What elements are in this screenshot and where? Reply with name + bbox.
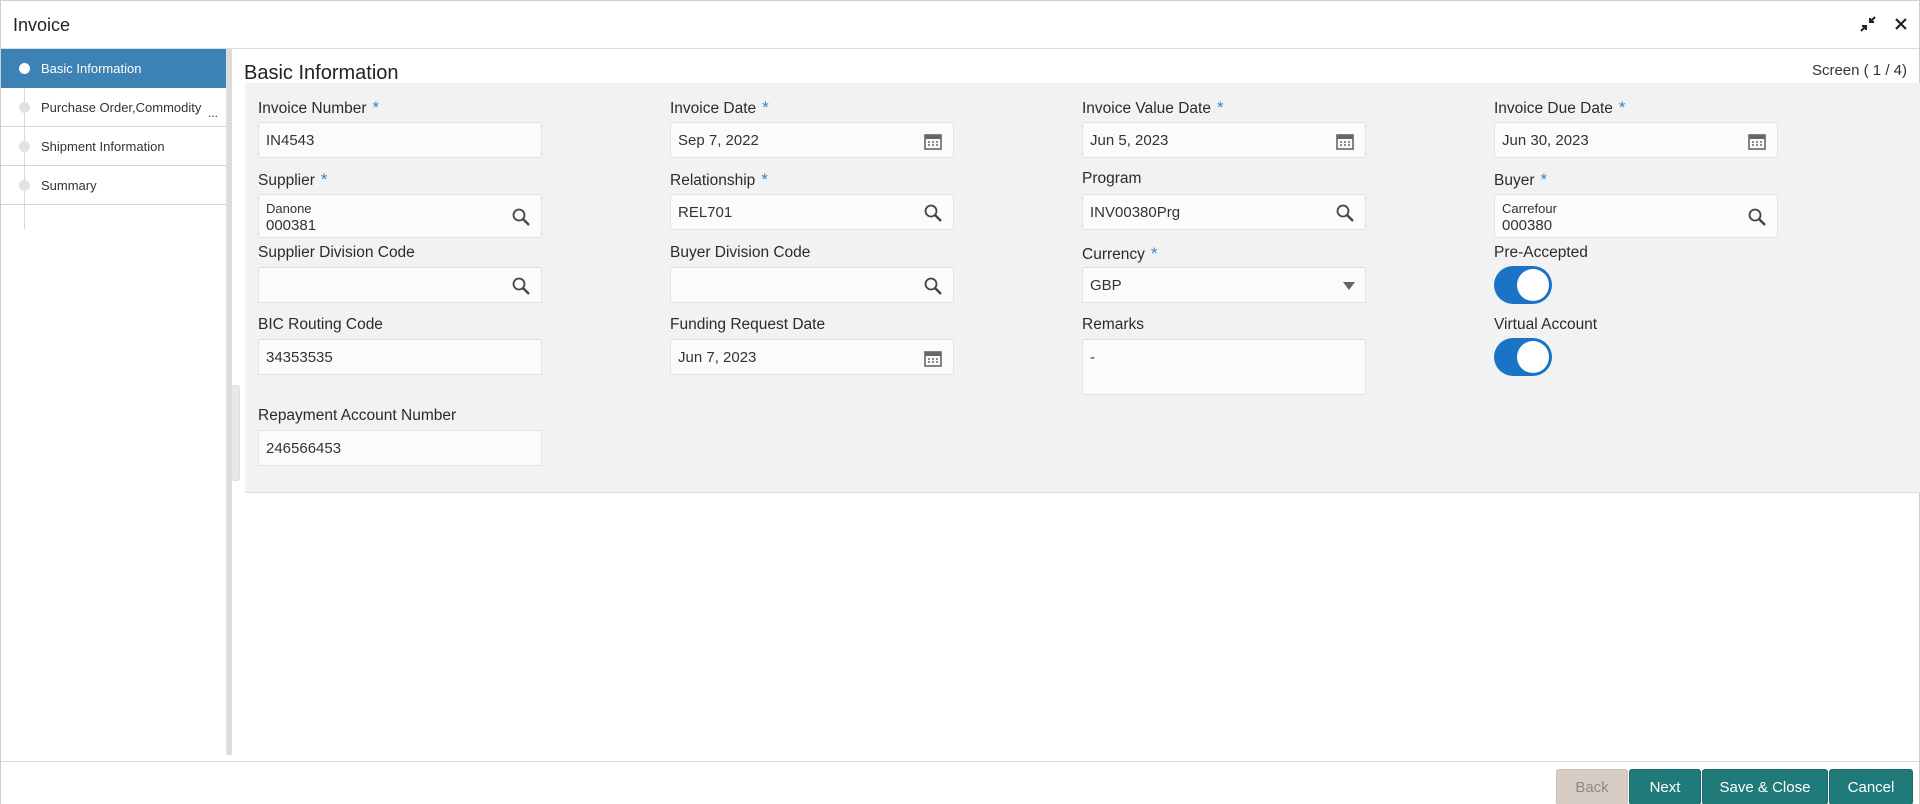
invoice-number-label: Invoice Number * [258,98,380,117]
relationship-label: Relationship * [670,170,768,189]
buyer-name: Carrefour [1502,201,1557,216]
virtual-account-toggle[interactable] [1494,338,1552,376]
invoice-window: Invoice Basic Information Purchase Order… [0,0,1920,804]
calendar-icon[interactable] [923,131,943,151]
invoice-value-date-label: Invoice Value Date * [1082,98,1224,117]
section-title: Basic Information [244,62,399,84]
supplier-code: 000381 [266,217,317,234]
buyer-code: 000380 [1502,217,1553,234]
funding-request-date-value: Jun 7, 2023 [678,349,757,366]
supplier-name: Danone [266,201,312,216]
step-basic-information[interactable]: Basic Information [1,49,226,88]
save-and-close-button[interactable]: Save & Close [1702,769,1828,804]
invoice-due-date-field[interactable]: Jun 30, 2023 [1494,122,1778,158]
virtual-account-label: Virtual Account [1494,316,1598,333]
window-title: Invoice [13,15,71,35]
toggle-knob [1517,341,1549,373]
title-bar: Invoice [1,1,1919,49]
supplier-division-code-field[interactable] [258,267,542,303]
invoice-date-value: Sep 7, 2022 [678,132,759,149]
panel-resize-handle[interactable] [231,385,240,481]
remarks-textarea[interactable]: - [1082,339,1366,395]
buyer-field[interactable]: Carrefour 000380 [1494,194,1778,238]
step-more-indicator: ... [208,106,219,120]
screen-indicator: Screen ( 1 / 4) [1811,62,1907,79]
currency-value: GBP [1090,277,1122,294]
remarks-value: - [1090,349,1095,366]
step-dot-icon [19,63,30,74]
supplier-label: Supplier * [258,170,328,189]
funding-request-date-field[interactable]: Jun 7, 2023 [670,339,954,375]
search-icon[interactable] [511,276,531,296]
program-label: Program [1082,170,1142,187]
chevron-down-icon[interactable] [1343,282,1355,290]
calendar-icon[interactable] [1335,131,1355,151]
search-icon[interactable] [923,203,943,223]
required-marker: * [762,98,769,117]
relationship-value: REL701 [678,204,733,221]
remarks-label: Remarks [1082,316,1145,333]
step-shipment-information[interactable]: Shipment Information [1,127,226,166]
close-icon[interactable] [1890,13,1912,35]
search-icon[interactable] [1335,203,1355,223]
toggle-knob [1517,269,1549,301]
step-label: Purchase Order,Commodity [41,100,202,115]
bic-routing-code-label: BIC Routing Code [258,316,383,333]
required-marker: * [1216,98,1224,117]
search-icon[interactable] [511,207,531,227]
currency-label: Currency * [1082,244,1158,263]
step-dot-icon [19,141,30,152]
invoice-due-date-value: Jun 30, 2023 [1502,132,1589,149]
invoice-value-date-value: Jun 5, 2023 [1090,132,1169,149]
next-button[interactable]: Next [1629,769,1701,804]
calendar-icon[interactable] [1747,131,1767,151]
buyer-label: Buyer * [1494,170,1548,189]
repayment-account-number-label: Repayment Account Number [258,407,457,424]
calendar-icon[interactable] [923,348,943,368]
step-label: Shipment Information [41,139,165,154]
invoice-number-value: IN4543 [266,132,315,149]
currency-select[interactable]: GBP [1082,267,1366,303]
minimize-icon[interactable] [1857,13,1879,35]
pre-accepted-label: Pre-Accepted [1494,244,1588,261]
program-value: INV00380Prg [1090,204,1181,221]
invoice-date-field[interactable]: Sep 7, 2022 [670,122,954,158]
invoice-due-date-label: Invoice Due Date * [1494,98,1626,117]
step-summary[interactable]: Summary [1,166,226,205]
cancel-button[interactable]: Cancel [1829,769,1913,804]
repayment-account-number-value: 246566453 [266,440,342,457]
required-marker: * [1150,244,1158,263]
supplier-division-code-label: Supplier Division Code [258,244,415,261]
step-label: Summary [41,178,97,193]
step-dot-icon [19,180,30,191]
step-dot-icon [19,102,30,113]
bic-routing-code-field[interactable]: 34353535 [258,339,542,375]
pre-accepted-toggle[interactable] [1494,266,1552,304]
step-purchase-order-commodity[interactable]: Purchase Order,Commodity ... [1,88,226,127]
required-marker: * [372,98,380,117]
bic-routing-code-value: 34353535 [266,349,333,366]
required-marker: * [761,170,768,189]
step-sidebar: Basic Information Purchase Order,Commodi… [1,49,227,755]
required-marker: * [320,170,328,189]
program-field[interactable]: INV00380Prg [1082,194,1366,230]
step-label: Basic Information [41,61,142,76]
search-icon[interactable] [1747,207,1767,227]
back-button[interactable]: Back [1556,769,1628,804]
funding-request-date-label: Funding Request Date [670,316,826,333]
repayment-account-number-field[interactable]: 246566453 [258,430,542,466]
buyer-division-code-field[interactable] [670,267,954,303]
required-marker: * [1540,170,1548,189]
invoice-date-label: Invoice Date * [670,98,769,117]
required-marker: * [1618,98,1626,117]
invoice-number-field[interactable]: IN4543 [258,122,542,158]
relationship-field[interactable]: REL701 [670,194,954,230]
search-icon[interactable] [923,276,943,296]
buyer-division-code-label: Buyer Division Code [670,244,811,261]
supplier-field[interactable]: Danone 000381 [258,194,542,238]
invoice-value-date-field[interactable]: Jun 5, 2023 [1082,122,1366,158]
